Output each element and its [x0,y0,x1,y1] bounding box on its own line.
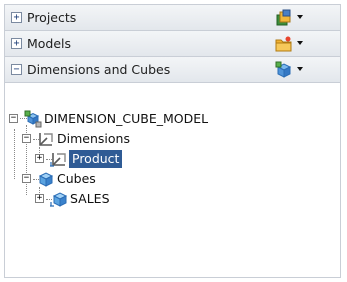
projects-icon [276,9,291,26]
collapse-toggle[interactable]: − [22,134,31,143]
tree-node-label: Product [69,150,123,168]
models-action-button[interactable] [275,35,307,53]
section-models[interactable]: + Models [5,31,340,57]
tree-node-label: DIMENSION_CUBE_MODEL [44,111,209,126]
tree-node-label: Cubes [57,171,96,186]
section-label: Dimensions and Cubes [27,62,171,77]
collapse-toggle[interactable]: − [22,174,31,183]
section-label: Models [27,36,72,51]
tree-node-dimensions[interactable]: − Dimensions [5,129,265,149]
tree-node-sales[interactable]: + SALES [5,189,265,209]
models-icon [275,36,292,52]
tree-node-label: SALES [70,191,110,206]
section-projects[interactable]: + Projects [5,5,340,31]
dimensions-cubes-action-button[interactable] [275,61,307,79]
tree-node-root[interactable]: − DIMENSION_CUBE_MODEL [5,109,265,129]
chevron-down-icon [297,67,303,71]
navigator-panel: + Projects + Models − Dimensions and Cub… [4,4,341,278]
cube-icon [50,192,68,207]
expand-toggle[interactable]: + [35,194,44,203]
tree-node-product[interactable]: + Product [5,149,265,169]
section-label: Projects [27,10,77,25]
collapse-toggle[interactable]: − [9,114,18,123]
tree-node-cubes[interactable]: − Cubes [5,169,265,189]
expand-toggle[interactable]: + [11,38,22,49]
dimensions-folder-icon [39,133,53,146]
tree-node-label: Dimensions [57,131,130,146]
cubes-folder-icon [38,172,54,187]
chevron-down-icon [297,41,303,45]
dimensions-cubes-icon [275,61,292,78]
section-dimensions-and-cubes[interactable]: − Dimensions and Cubes [5,57,340,83]
model-icon [24,110,42,128]
expand-toggle[interactable]: + [35,154,44,163]
chevron-down-icon [297,15,303,19]
collapse-toggle[interactable]: − [11,64,22,75]
dimension-icon [50,153,66,167]
projects-action-button[interactable] [275,9,307,27]
expand-toggle[interactable]: + [11,12,22,23]
